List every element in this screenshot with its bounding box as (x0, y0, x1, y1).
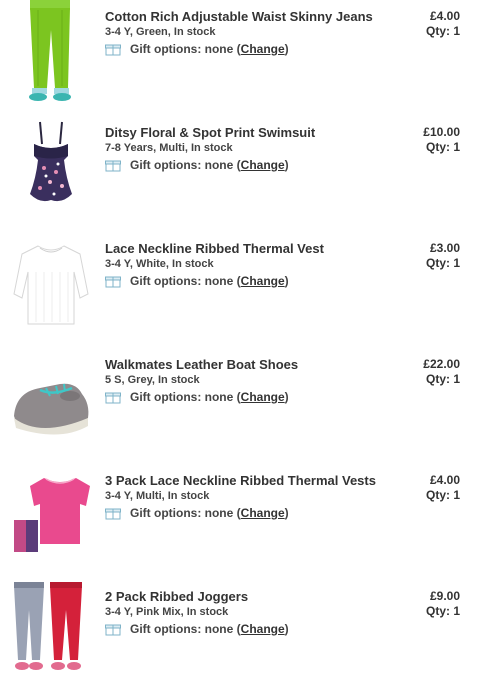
cart-item: 2 Pack Ribbed Joggers 3-4 Y, Pink Mix, I… (0, 580, 487, 690)
gift-suffix: ) (284, 158, 289, 172)
gift-options: Gift options: none (Change) (105, 389, 395, 405)
gift-change-link[interactable]: Change (241, 389, 285, 405)
gift-change-link[interactable]: Change (241, 157, 285, 173)
price: £22.00 (423, 357, 460, 371)
cart-item: Cotton Rich Adjustable Waist Skinny Jean… (0, 0, 487, 110)
cart-item: Ditsy Floral & Spot Print Swimsuit 7-8 Y… (0, 116, 487, 226)
gift-label: Gift options: none ( (130, 390, 241, 404)
gift-label: Gift options: none ( (130, 506, 241, 520)
product-meta: 3-4 Y, Pink Mix, In stock (105, 606, 229, 618)
gift-icon (105, 276, 121, 287)
quantity: Qty: 1 (425, 140, 460, 154)
product-title[interactable]: 3 Pack Lace Neckline Ribbed Thermal Vest… (105, 473, 395, 521)
gift-change-link[interactable]: Change (241, 273, 285, 289)
price-column: £9.00 Qty: 1 (426, 589, 460, 619)
gift-suffix: ) (284, 506, 289, 520)
gift-change-link[interactable]: Change (241, 505, 285, 521)
product-title[interactable]: Lace Neckline Ribbed Thermal Vest 3-4 Y,… (105, 241, 395, 289)
product-title[interactable]: Cotton Rich Adjustable Waist Skinny Jean… (105, 9, 395, 57)
product-title[interactable]: 2 Pack Ribbed Joggers 3-4 Y, Pink Mix, I… (105, 589, 395, 637)
product-image-boat-shoe[interactable] (10, 348, 92, 450)
gift-icon (105, 508, 121, 519)
product-meta: 3-4 Y, Multi, In stock (105, 490, 210, 502)
quantity: Qty: 1 (425, 372, 460, 386)
price-column: £4.00 Qty: 1 (426, 9, 460, 39)
product-image-joggers[interactable] (10, 580, 92, 682)
product-image-pink-vests[interactable] (10, 464, 92, 566)
product-title-text[interactable]: Cotton Rich Adjustable Waist Skinny Jean… (105, 9, 395, 24)
price-column: £10.00 Qty: 1 (423, 125, 460, 155)
gift-suffix: ) (284, 42, 289, 56)
gift-options: Gift options: none (Change) (105, 41, 395, 57)
price: £4.00 (429, 9, 460, 23)
quantity: Qty: 1 (425, 488, 460, 502)
price: £3.00 (429, 241, 460, 255)
cart-item: 3 Pack Lace Neckline Ribbed Thermal Vest… (0, 464, 487, 574)
gift-icon (105, 624, 121, 635)
price: £4.00 (429, 473, 460, 487)
product-meta: 3-4 Y, White, In stock (105, 258, 214, 270)
price: £9.00 (429, 589, 460, 603)
gift-options: Gift options: none (Change) (105, 157, 395, 173)
gift-icon (105, 392, 121, 403)
product-image-jeans[interactable] (10, 0, 92, 102)
gift-suffix: ) (284, 390, 289, 404)
price-column: £22.00 Qty: 1 (423, 357, 460, 387)
product-image-swimsuit[interactable] (10, 116, 92, 218)
product-title-text[interactable]: 2 Pack Ribbed Joggers (105, 589, 395, 604)
product-title-text[interactable]: Ditsy Floral & Spot Print Swimsuit (105, 125, 395, 140)
quantity: Qty: 1 (425, 604, 460, 618)
gift-label: Gift options: none ( (130, 42, 241, 56)
product-title-text[interactable]: 3 Pack Lace Neckline Ribbed Thermal Vest… (105, 473, 395, 488)
product-meta: 3-4 Y, Green, In stock (105, 26, 216, 38)
gift-change-link[interactable]: Change (241, 621, 285, 637)
quantity: Qty: 1 (425, 24, 460, 38)
product-title-text[interactable]: Lace Neckline Ribbed Thermal Vest (105, 241, 395, 256)
product-meta: 7-8 Years, Multi, In stock (105, 142, 233, 154)
gift-options: Gift options: none (Change) (105, 621, 395, 637)
gift-options: Gift options: none (Change) (105, 273, 395, 289)
gift-label: Gift options: none ( (130, 622, 241, 636)
gift-suffix: ) (284, 622, 289, 636)
product-title-text[interactable]: Walkmates Leather Boat Shoes (105, 357, 395, 372)
cart-item: Lace Neckline Ribbed Thermal Vest 3-4 Y,… (0, 232, 487, 342)
product-title[interactable]: Ditsy Floral & Spot Print Swimsuit 7-8 Y… (105, 125, 395, 173)
price-column: £3.00 Qty: 1 (426, 241, 460, 271)
product-title[interactable]: Walkmates Leather Boat Shoes 5 S, Grey, … (105, 357, 395, 405)
price-column: £4.00 Qty: 1 (426, 473, 460, 503)
product-image-vest[interactable] (10, 232, 92, 334)
gift-label: Gift options: none ( (130, 158, 241, 172)
gift-label: Gift options: none ( (130, 274, 241, 288)
price: £10.00 (423, 125, 460, 139)
gift-options: Gift options: none (Change) (105, 505, 395, 521)
gift-icon (105, 44, 121, 55)
gift-icon (105, 160, 121, 171)
quantity: Qty: 1 (425, 256, 460, 270)
gift-change-link[interactable]: Change (241, 41, 285, 57)
gift-suffix: ) (284, 274, 289, 288)
cart-item: Walkmates Leather Boat Shoes 5 S, Grey, … (0, 348, 487, 458)
product-meta: 5 S, Grey, In stock (105, 374, 200, 386)
